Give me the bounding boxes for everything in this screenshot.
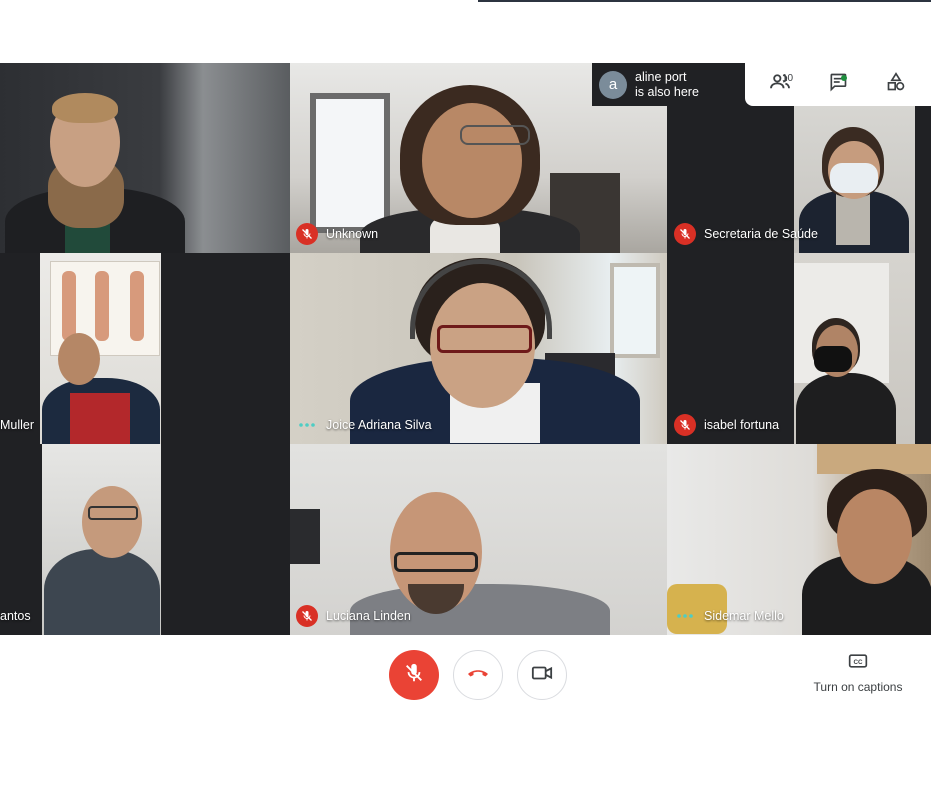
participant-tile-7[interactable] <box>0 444 290 635</box>
participant-name: Joice Adriana Silva <box>326 418 432 432</box>
participant-name: isabel fortuna <box>704 418 780 432</box>
participant-name: Secretaria de Saúde <box>704 227 818 241</box>
speaking-indicator-icon <box>674 605 696 627</box>
notice-message: is also here <box>635 84 699 99</box>
mic-off-icon <box>296 605 318 627</box>
participants-count: 10 <box>782 72 794 84</box>
svg-text:CC: CC <box>853 659 863 666</box>
participant-name: Luciana Linden <box>326 609 411 623</box>
tile-2-label: Unknown <box>296 223 378 245</box>
meet-call-window: Unknown Secretaria de Saúde Muller Joice… <box>0 0 931 800</box>
tile-9-label: Sidemar Mello <box>674 605 784 627</box>
mic-off-icon <box>296 223 318 245</box>
phone-hangup-icon <box>466 666 490 685</box>
camera-toggle-button[interactable] <box>517 650 567 700</box>
join-notification: a aline port is also here <box>592 63 745 106</box>
participant-name: Sidemar Mello <box>704 609 784 623</box>
participant-tile-4[interactable] <box>0 253 290 444</box>
shapes-icon <box>886 72 906 97</box>
mic-off-icon <box>674 223 696 245</box>
tile-6-label: isabel fortuna <box>674 414 779 436</box>
chat-button[interactable] <box>818 67 858 103</box>
tile-8-label: Luciana Linden <box>296 605 411 627</box>
mic-off-icon <box>403 662 425 689</box>
participant-name: Muller <box>0 418 35 432</box>
mic-off-icon <box>674 414 696 436</box>
avatar: a <box>599 70 627 99</box>
top-strip <box>0 0 931 6</box>
notice-name: aline port <box>635 69 687 84</box>
unread-dot <box>841 74 847 81</box>
tile-4-label: Muller <box>0 414 34 436</box>
speaking-indicator-icon <box>296 414 318 436</box>
participant-tile-1[interactable] <box>0 63 290 253</box>
captions-button[interactable]: CC Turn on captions <box>803 653 913 694</box>
call-controls-bar: CC Turn on captions <box>0 635 931 715</box>
leave-call-button[interactable] <box>453 650 503 700</box>
cc-icon: CC <box>848 653 868 674</box>
activities-button[interactable] <box>876 67 916 103</box>
tile-3-label: Secretaria de Saúde <box>674 223 818 245</box>
captions-label: Turn on captions <box>813 680 903 694</box>
tile-7-label: antos <box>0 605 31 627</box>
mic-toggle-button[interactable] <box>389 650 439 700</box>
tile-5-label: Joice Adriana Silva <box>296 414 432 436</box>
participants-button[interactable]: 10 <box>760 67 800 103</box>
video-camera-icon <box>531 665 553 686</box>
video-grid: Unknown Secretaria de Saúde Muller Joice… <box>0 63 931 635</box>
top-right-toolbar: 10 <box>745 63 931 106</box>
participant-name: Unknown <box>326 227 379 241</box>
participant-name: antos <box>0 609 31 623</box>
